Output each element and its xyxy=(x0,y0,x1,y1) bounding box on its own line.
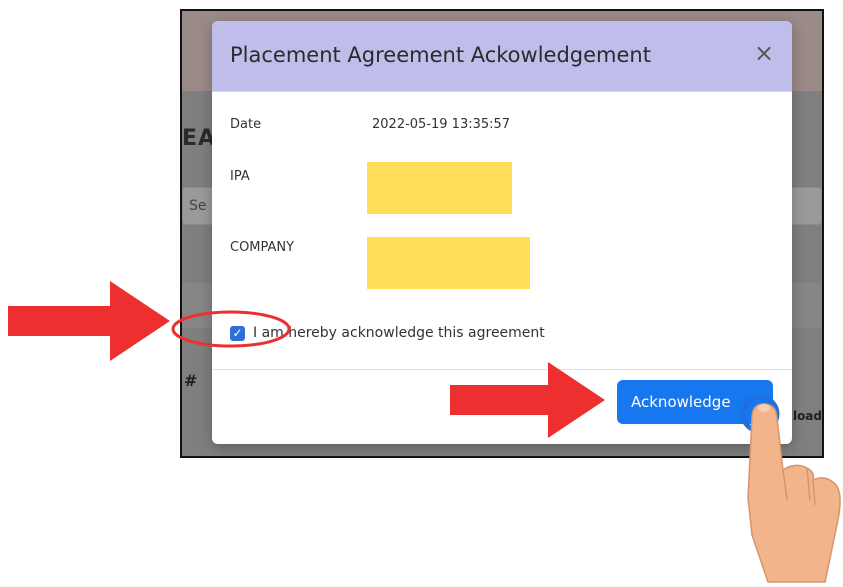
left-arrow-annotation xyxy=(8,281,170,361)
date-label: Date xyxy=(230,117,262,132)
checkmark-icon: ✓ xyxy=(232,326,243,340)
acknowledgement-modal: Placement Agreement Ackowledgement × Dat… xyxy=(212,21,792,444)
company-value-redacted xyxy=(367,237,530,289)
close-icon[interactable]: × xyxy=(752,41,776,65)
modal-header: Placement Agreement Ackowledgement × xyxy=(212,21,792,92)
company-label: COMPANY xyxy=(230,240,295,255)
background-heading: EA xyxy=(182,126,217,151)
acknowledge-button[interactable]: Acknowledge xyxy=(617,380,773,424)
background-search-placeholder: Se xyxy=(189,198,207,214)
ipa-label: IPA xyxy=(230,169,250,184)
date-value: 2022-05-19 13:35:57 xyxy=(372,117,511,132)
background-upload-text: load xyxy=(792,409,822,423)
acknowledge-checkbox-label[interactable]: I am hereby acknowledge this agreement xyxy=(253,325,545,341)
modal-footer-divider xyxy=(212,369,792,370)
acknowledge-checkbox[interactable]: ✓ xyxy=(230,326,245,341)
modal-title: Placement Agreement Ackowledgement xyxy=(230,43,651,67)
ipa-value-redacted xyxy=(367,162,512,214)
background-table-hash: # xyxy=(184,371,198,390)
screenshot-frame: EA Se # load Placement Agreement Ackowle… xyxy=(180,9,824,458)
